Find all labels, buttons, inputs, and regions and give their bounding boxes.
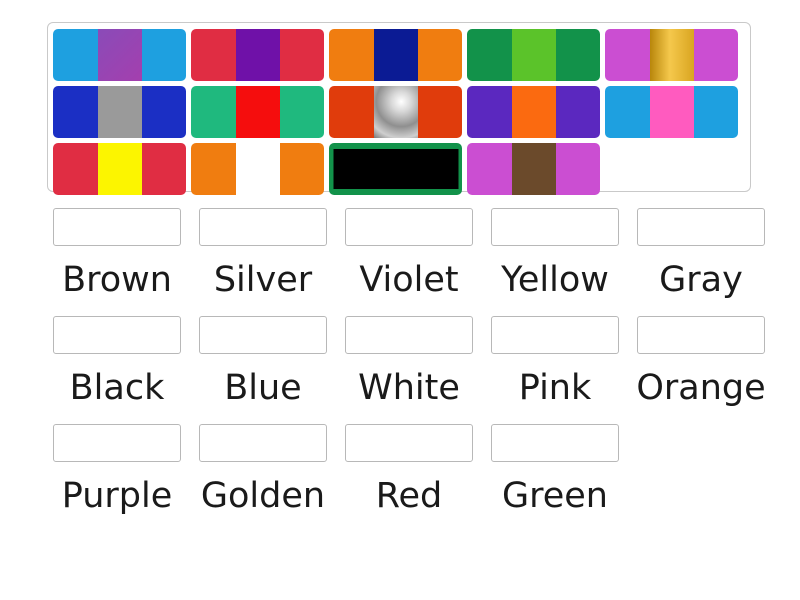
red-tile[interactable] [191,86,324,138]
drop-box-white[interactable] [345,316,473,354]
pink-swatch [649,86,694,138]
pink-tile[interactable] [605,86,738,138]
answer-cell-blue: Blue [194,316,332,414]
drop-box-pink[interactable] [491,316,619,354]
green-swatch [511,29,556,81]
white-tile[interactable] [191,143,324,195]
answer-label: Silver [213,260,313,300]
tile-row [53,86,745,138]
answer-label: Purple [61,476,173,516]
answer-cell-golden: Golden [194,424,332,522]
golden-swatch [649,29,694,81]
answer-cell-red: Red [340,424,478,522]
answer-label: Black [69,368,165,408]
tile-row [53,143,745,195]
drop-box-black[interactable] [53,316,181,354]
answer-cell-black: Black [48,316,186,414]
blue-swatch [373,29,418,81]
brown-tile[interactable] [467,143,600,195]
answer-cell-pink: Pink [486,316,624,414]
drop-box-golden[interactable] [199,424,327,462]
drop-box-brown[interactable] [53,208,181,246]
answer-row: Black Blue White Pink Orange [48,316,766,414]
orange-tile[interactable] [467,86,600,138]
drop-box-orange[interactable] [637,316,765,354]
silver-swatch [373,86,418,138]
answer-cell-silver: Silver [194,208,332,306]
drop-box-green[interactable] [491,424,619,462]
orange-swatch [511,86,556,138]
answer-cell-orange: Orange [632,316,770,414]
answer-cell-purple: Purple [48,424,186,522]
drop-box-yellow[interactable] [491,208,619,246]
golden-tile[interactable] [605,29,738,81]
gray-tile[interactable] [53,86,186,138]
purple-tile[interactable] [191,29,324,81]
answer-cell-violet: Violet [340,208,478,306]
answer-area: Brown Silver Violet Yellow Gray Black Blue Whit… [48,208,766,532]
color-match-activity: Brown Silver Violet Yellow Gray Black Blue Whit… [0,0,800,600]
answer-label: Blue [224,368,302,408]
answer-label: Orange [636,368,766,408]
answer-cell-green: Green [486,424,624,522]
answer-row: Brown Silver Violet Yellow Gray [48,208,765,306]
answer-label: Golden [200,476,326,516]
answer-label: Violet [359,260,459,300]
answer-label: Yellow [501,260,609,300]
black-tile[interactable] [329,143,462,195]
drop-box-gray[interactable] [637,208,765,246]
answer-label: Brown [62,260,172,300]
answer-cell-brown: Brown [48,208,186,306]
tile-row [53,29,745,81]
black-swatch [333,149,458,189]
violet-swatch [97,29,142,81]
gray-swatch [97,86,142,138]
answer-label: Gray [659,260,743,300]
violet-tile[interactable] [53,29,186,81]
brown-swatch [511,143,556,195]
drop-box-violet[interactable] [345,208,473,246]
answer-label: Green [502,476,608,516]
blue-tile[interactable] [329,29,462,81]
green-tile[interactable] [467,29,600,81]
purple-swatch [235,29,280,81]
answer-label: White [358,368,460,408]
red-swatch [235,86,280,138]
white-swatch [235,143,280,195]
silver-tile[interactable] [329,86,462,138]
drop-box-silver[interactable] [199,208,327,246]
answer-row: Purple Golden Red Green [48,424,752,522]
yellow-swatch [97,143,142,195]
answer-cell-white: White [340,316,478,414]
answer-label: Pink [518,368,592,408]
yellow-tile[interactable] [53,143,186,195]
empty-tile-slot [605,143,738,195]
tile-bank [47,22,751,195]
drop-box-purple[interactable] [53,424,181,462]
answer-label: Red [375,476,443,516]
drop-box-blue[interactable] [199,316,327,354]
drop-box-red[interactable] [345,424,473,462]
answer-cell-gray: Gray [632,208,770,306]
answer-cell-yellow: Yellow [486,208,624,306]
